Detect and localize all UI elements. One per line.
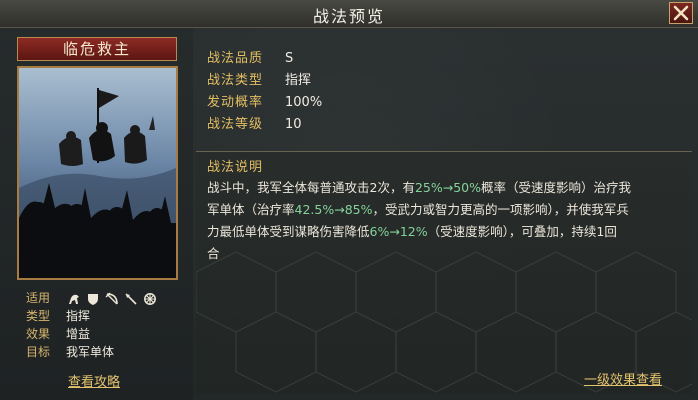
effect-row: 效果 增益 [26, 325, 90, 343]
description-panel: 战法说明 战斗中，我军全体每普通攻击2次，有25%→50%概率（受速度影响）治疗… [196, 151, 692, 394]
description-segment: 力最低单体受到谋略伤害降低 [207, 224, 370, 239]
level-one-effect-link[interactable]: 一级效果查看 [584, 369, 662, 388]
tactic-preview-screen: 战法预览 临危救主 适用 类型 指挥 效果 增益 目标 我军单体 查看攻略 战法… [0, 0, 698, 400]
shield-icon [85, 292, 100, 307]
description-line: 战斗中，我军全体每普通攻击2次，有25%→50%概率（受速度影响）治疗我 [207, 177, 682, 199]
level-row: 战法等级 10 [207, 114, 407, 136]
description-segment: 合 [207, 246, 220, 261]
view-guide-link[interactable]: 查看攻略 [68, 371, 120, 390]
description-segment: （受速度影响），可叠加，持续1回 [427, 224, 617, 239]
effect-label: 效果 [26, 327, 51, 341]
chance-row: 发动概率 100% [207, 92, 407, 114]
type-row: 类型 指挥 [26, 307, 90, 325]
level-value: 10 [285, 117, 302, 132]
type-label: 类型 [26, 309, 51, 323]
tactic-type-row: 战法类型 指挥 [207, 70, 407, 92]
target-label: 目标 [26, 345, 51, 359]
description-line: 力最低单体受到谋略伤害降低6%→12%（受速度影响），可叠加，持续1回 [207, 221, 682, 243]
tactic-type-value: 指挥 [285, 73, 312, 88]
close-icon [673, 5, 689, 21]
cavalry-icon [66, 292, 81, 307]
description-segment: 概率（受速度影响）治疗我 [481, 180, 632, 195]
suitable-label: 适用 [26, 291, 51, 305]
description-segment: 军单体（治疗率 [207, 202, 295, 217]
description-segment: 战斗中，我军全体每普通攻击2次，有 [207, 180, 415, 195]
tactic-name-plate: 临危救主 [17, 37, 177, 61]
close-button[interactable] [669, 2, 693, 24]
suitable-row: 适用 [26, 289, 66, 307]
quality-value: S [285, 51, 294, 66]
wheel-icon [142, 292, 157, 307]
chance-value: 100% [285, 95, 323, 110]
type-value: 指挥 [66, 309, 91, 323]
tactic-card [17, 66, 178, 280]
title-bar: 战法预览 [0, 0, 698, 28]
description-highlight: 42.5%→85% [294, 202, 373, 217]
description-text: 战斗中，我军全体每普通攻击2次，有25%→50%概率（受速度影响）治疗我 军单体… [207, 177, 682, 265]
target-value: 我军单体 [66, 345, 115, 359]
quality-label: 战法品质 [207, 51, 264, 66]
description-highlight: 6%→12% [369, 224, 428, 239]
card-illustration [19, 68, 176, 278]
window-title: 战法预览 [312, 7, 385, 26]
level-label: 战法等级 [207, 117, 264, 132]
effect-value: 增益 [66, 327, 91, 341]
tactic-type-label: 战法类型 [207, 73, 264, 88]
quality-row: 战法品质 S [207, 48, 407, 70]
description-line: 军单体（治疗率42.5%→85%，受武力或智力更高的一项影响），并使我军兵 [207, 199, 682, 221]
suitable-troop-icons [66, 291, 157, 307]
description-highlight: 25%→50% [414, 180, 482, 195]
target-row: 目标 我军单体 [26, 343, 114, 361]
description-segment: ，受武力或智力更高的一项影响），并使我军兵 [372, 202, 629, 217]
spear-icon [123, 292, 138, 307]
description-title: 战法说明 [207, 160, 264, 175]
bow-icon [104, 292, 119, 307]
chance-label: 发动概率 [207, 95, 264, 110]
description-line: 合 [207, 243, 682, 265]
